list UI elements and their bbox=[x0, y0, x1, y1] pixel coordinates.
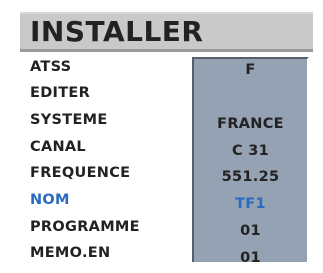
menu-item-frequence[interactable]: FREQUENCE bbox=[30, 165, 190, 181]
menu-item-editer[interactable]: EDITER bbox=[30, 85, 190, 101]
value-canal[interactable]: C 31 bbox=[192, 143, 309, 159]
menu-item-memo-en[interactable]: MEMO.EN bbox=[30, 245, 190, 261]
menu-title: INSTALLER bbox=[30, 15, 204, 48]
value-programme[interactable]: 01 bbox=[192, 223, 309, 239]
value-nom[interactable]: TF1 bbox=[192, 196, 309, 212]
menu-item-canal[interactable]: CANAL bbox=[30, 139, 190, 155]
value-memo-en[interactable]: 01 bbox=[192, 250, 309, 266]
menu-item-systeme[interactable]: SYSTEME bbox=[30, 112, 190, 128]
title-divider bbox=[20, 49, 313, 52]
value-frequence[interactable]: 551.25 bbox=[192, 169, 309, 185]
menu-item-nom[interactable]: NOM bbox=[30, 192, 190, 208]
menu-title-bar: INSTALLER bbox=[20, 12, 313, 49]
menu-item-programme[interactable]: PROGRAMME bbox=[30, 219, 190, 235]
value-atss[interactable]: F bbox=[192, 62, 309, 78]
value-systeme[interactable]: FRANCE bbox=[192, 116, 309, 132]
menu-item-atss[interactable]: ATSS bbox=[30, 59, 190, 75]
